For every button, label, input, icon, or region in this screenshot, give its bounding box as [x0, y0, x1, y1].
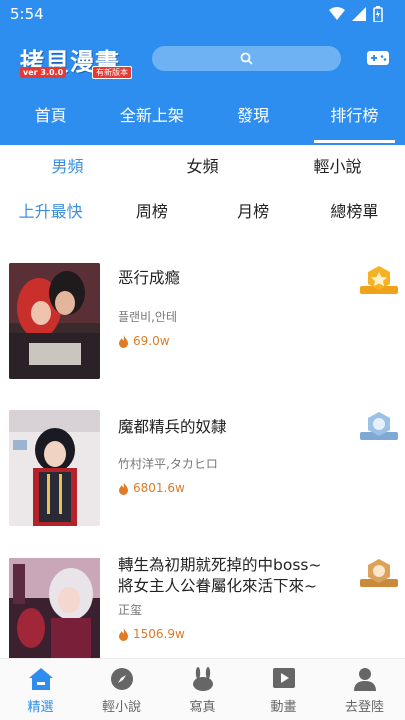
compass-icon: [110, 668, 133, 690]
nav-label: 寫真: [189, 700, 216, 715]
comic-title[interactable]: 魔都精兵的奴隸: [118, 417, 328, 438]
list-item[interactable]: 恶行成瘾 플랜비,안테 69.0w: [0, 246, 405, 381]
status-time: 5:54: [10, 5, 44, 23]
medal-bronze-icon: [360, 559, 398, 587]
comic-title[interactable]: 恶行成瘾: [118, 268, 328, 289]
nav-login[interactable]: 去登陸: [324, 659, 405, 720]
tab-home[interactable]: 首頁: [0, 96, 101, 140]
rank-badge-silver: [360, 410, 398, 448]
flame-icon: [119, 334, 128, 348]
search-icon: [240, 52, 253, 65]
comic-author: 竹村洋平,タカヒロ: [118, 457, 218, 471]
signal-icon: [352, 7, 366, 21]
user-icon: [353, 668, 376, 691]
rank-overall[interactable]: 總榜單: [304, 190, 405, 234]
rank-fastest-rising[interactable]: 上升最快: [0, 190, 101, 234]
category-male[interactable]: 男頻: [0, 145, 135, 189]
tab-new-releases[interactable]: 全新上架: [101, 96, 202, 140]
home-icon: [28, 668, 53, 690]
comic-cover[interactable]: [9, 263, 100, 379]
nav-featured[interactable]: 精選: [0, 659, 81, 720]
rank-badge-bronze: [360, 557, 398, 595]
rank-weekly[interactable]: 周榜: [101, 190, 202, 234]
popularity-value: 69.0w: [133, 334, 170, 348]
rabbit-icon: [192, 667, 213, 691]
popularity: 1506.9w: [118, 627, 185, 641]
gamepad-button[interactable]: [366, 50, 390, 70]
list-item[interactable]: 魔都精兵的奴隸 竹村洋平,タカヒロ 6801.6w: [0, 393, 405, 528]
tab-rankings[interactable]: 排行榜: [304, 96, 405, 143]
nav-light-novel[interactable]: 輕小說: [81, 659, 162, 720]
flame-icon: [119, 481, 128, 495]
popularity: 69.0w: [118, 334, 170, 348]
nav-animation[interactable]: 動畫: [243, 659, 324, 720]
comic-title[interactable]: 轉生為初期就死掉的中boss~將女主人公眷屬化來活下來~: [118, 555, 328, 597]
app: 5:54 拷貝漫畫 ver 3.0.0 有新版本 首頁 全新上架 發現 排行榜: [0, 0, 405, 720]
nav-label: 輕小說: [101, 700, 141, 715]
comic-author: 플랜비,안테: [118, 310, 178, 324]
list-item[interactable]: 轉生為初期就死掉的中boss~將女主人公眷屬化來活下來~ 正玺 1506.9w: [0, 541, 405, 676]
popularity: 6801.6w: [118, 481, 185, 495]
rank-badge-gold: [360, 264, 398, 302]
app-logo[interactable]: 拷貝漫畫 ver 3.0.0 有新版本: [18, 42, 133, 80]
rank-monthly[interactable]: 月榜: [203, 190, 304, 234]
medal-silver-icon: [360, 412, 398, 440]
logo-version: ver 3.0.0: [20, 67, 67, 78]
nav-label: 精選: [27, 700, 54, 715]
wifi-icon: [329, 7, 345, 20]
rank-type-tabs: 上升最快 周榜 月榜 總榜單: [0, 190, 405, 234]
category-tabs: 男頻 女頻 輕小說: [0, 145, 405, 189]
search-bar[interactable]: [152, 46, 341, 71]
status-bar: 5:54: [0, 0, 405, 28]
nav-label: 動畫: [270, 700, 297, 715]
status-icons: [329, 6, 383, 22]
battery-icon: [373, 6, 383, 22]
category-female[interactable]: 女頻: [135, 145, 270, 189]
tab-discover[interactable]: 發現: [203, 96, 304, 140]
flame-icon: [119, 627, 128, 641]
cover-image: [9, 558, 100, 674]
cover-image: [9, 263, 100, 379]
update-badge[interactable]: 有新版本: [92, 66, 132, 79]
main-tabs: 首頁 全新上架 發現 排行榜: [0, 96, 405, 143]
comic-cover[interactable]: [9, 410, 100, 526]
cover-image: [9, 410, 100, 526]
popularity-value: 6801.6w: [133, 481, 185, 495]
popularity-value: 1506.9w: [133, 627, 185, 641]
bottom-nav: 精選 輕小說 寫真 動畫 去登陸: [0, 658, 405, 720]
play-icon: [272, 668, 295, 688]
comic-author: 正玺: [118, 603, 143, 617]
comic-cover[interactable]: [9, 558, 100, 674]
gamepad-icon: [367, 51, 389, 65]
nav-photos[interactable]: 寫真: [162, 659, 243, 720]
top-header: 5:54 拷貝漫畫 ver 3.0.0 有新版本 首頁 全新上架 發現 排行榜: [0, 0, 405, 145]
medal-gold-icon: [360, 266, 398, 294]
category-light-novel[interactable]: 輕小說: [270, 145, 405, 189]
nav-label: 去登陸: [344, 700, 384, 715]
